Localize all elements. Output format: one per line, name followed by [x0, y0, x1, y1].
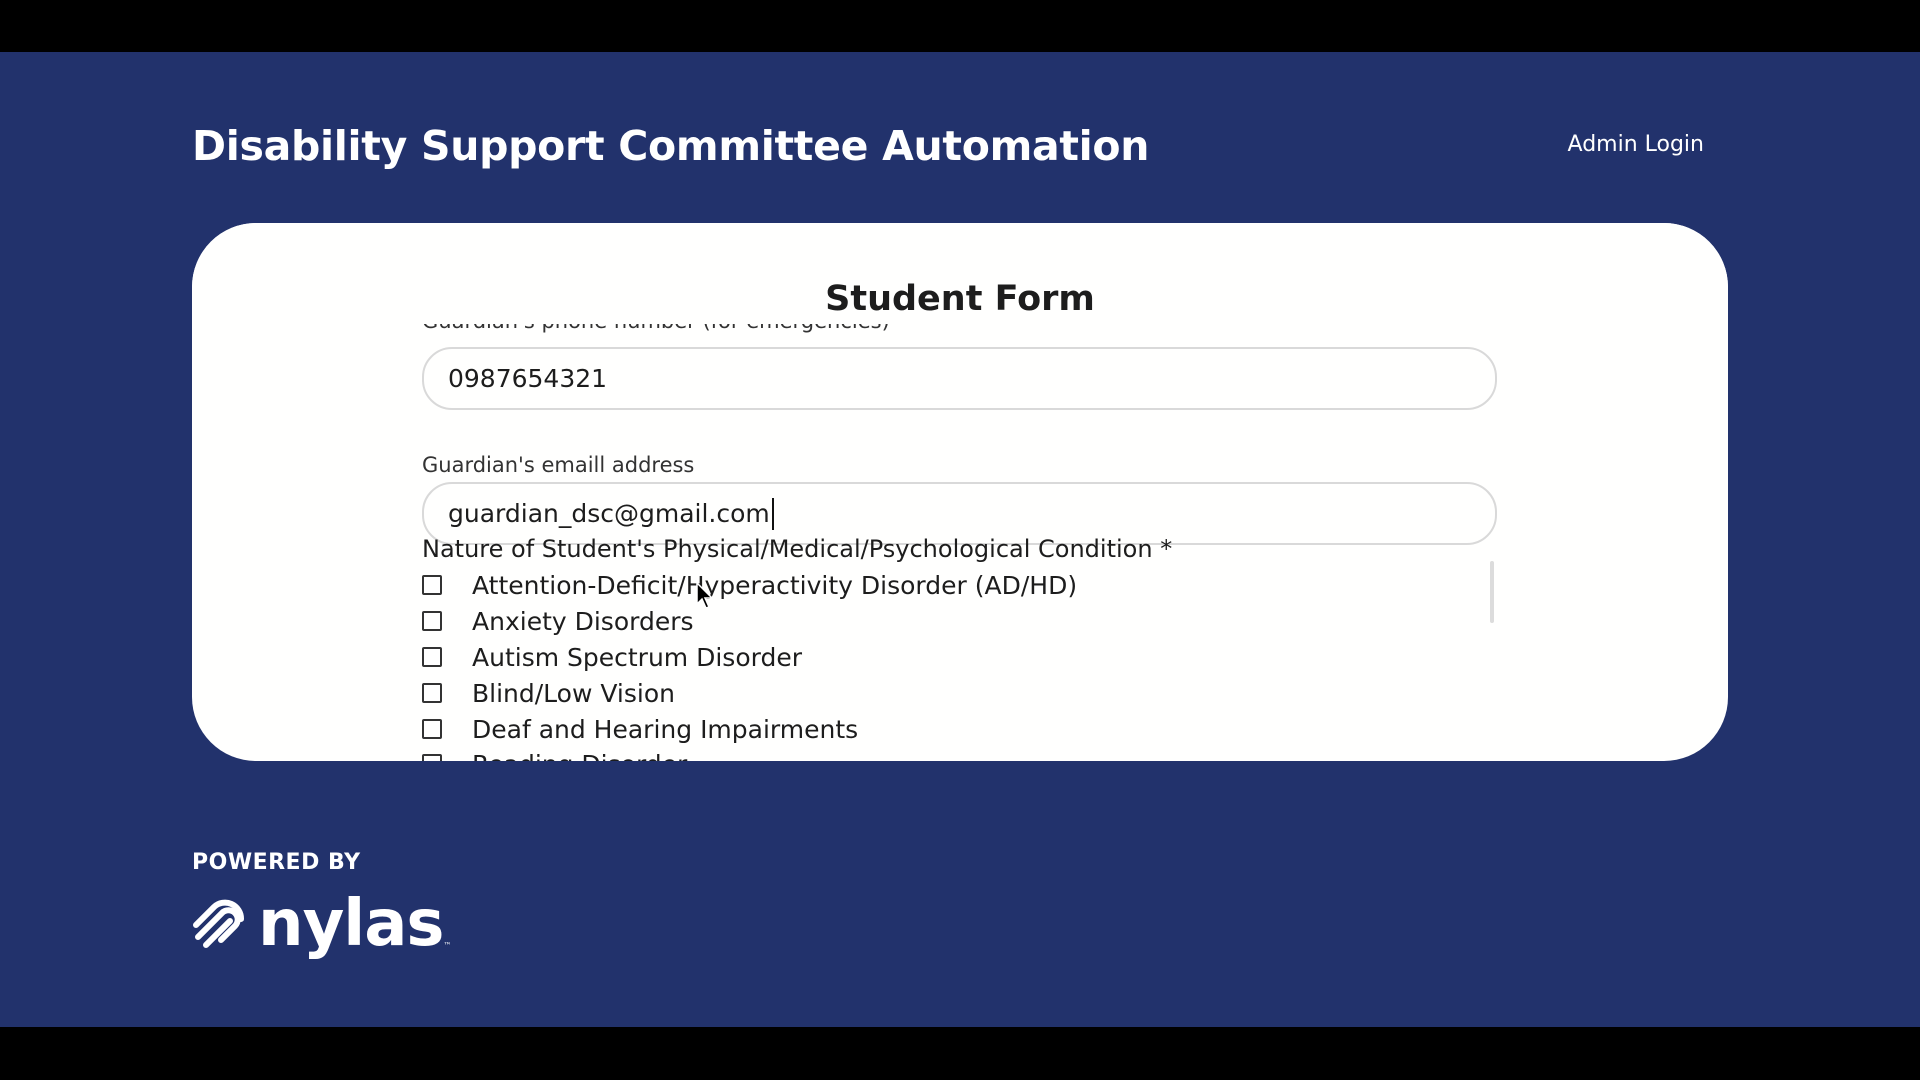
- checkbox-row-autism[interactable]: Autism Spectrum Disorder: [422, 642, 802, 672]
- checkbox-label-deaf: Deaf and Hearing Impairments: [472, 714, 859, 744]
- nylas-trademark: ™: [443, 941, 452, 950]
- mouse-pointer-icon: [696, 582, 714, 609]
- guardian-email-label: Guardian's emaill address: [422, 453, 695, 477]
- letterbox-top: [0, 0, 1920, 52]
- form-title: Student Form: [825, 279, 1095, 319]
- checkbox-adhd[interactable]: [422, 575, 442, 595]
- checkbox-label-blind: Blind/Low Vision: [472, 678, 675, 708]
- checkbox-row-reading[interactable]: Reading Disorder: [422, 749, 687, 761]
- form-scrollbar[interactable]: [1490, 561, 1494, 623]
- guardian-email-value: guardian_dsc@gmail.com: [448, 499, 770, 528]
- guardian-phone-value: 0987654321: [448, 364, 608, 393]
- app-title: Disability Support Committee Automation: [192, 122, 1150, 170]
- checkbox-label-adhd: Attention-Deficit/Hyperactivity Disorder…: [472, 570, 1078, 600]
- app-background: Disability Support Committee Automation …: [0, 52, 1920, 1027]
- checkbox-blind[interactable]: [422, 683, 442, 703]
- checkbox-row-blind[interactable]: Blind/Low Vision: [422, 678, 675, 708]
- checkbox-anxiety[interactable]: [422, 611, 442, 631]
- checkbox-row-anxiety[interactable]: Anxiety Disorders: [422, 606, 694, 636]
- checkbox-label-anxiety: Anxiety Disorders: [472, 606, 694, 636]
- nylas-wordmark: nylas: [258, 887, 444, 961]
- guardian-phone-input[interactable]: 0987654321: [422, 347, 1497, 410]
- checkbox-autism[interactable]: [422, 647, 442, 667]
- text-caret: [771, 497, 774, 530]
- checkbox-label-reading: Reading Disorder: [472, 750, 687, 762]
- letterbox-bottom: [0, 1027, 1920, 1080]
- checkbox-deaf[interactable]: [422, 719, 442, 739]
- checkbox-row-deaf[interactable]: Deaf and Hearing Impairments: [422, 714, 858, 744]
- nylas-logo: nylas ™: [192, 887, 452, 961]
- admin-login-link[interactable]: Admin Login: [1568, 132, 1704, 157]
- nylas-mark-icon: [193, 899, 245, 948]
- powered-by-label: POWERED BY: [192, 850, 361, 875]
- checkbox-row-adhd[interactable]: Attention-Deficit/Hyperactivity Disorder…: [422, 570, 1077, 600]
- student-form-card: Student Form Guardian's phone number (fo…: [192, 223, 1728, 761]
- condition-label: Nature of Student's Physical/Medical/Psy…: [422, 535, 1173, 563]
- checkbox-label-autism: Autism Spectrum Disorder: [472, 642, 802, 672]
- checkbox-reading[interactable]: [422, 754, 442, 761]
